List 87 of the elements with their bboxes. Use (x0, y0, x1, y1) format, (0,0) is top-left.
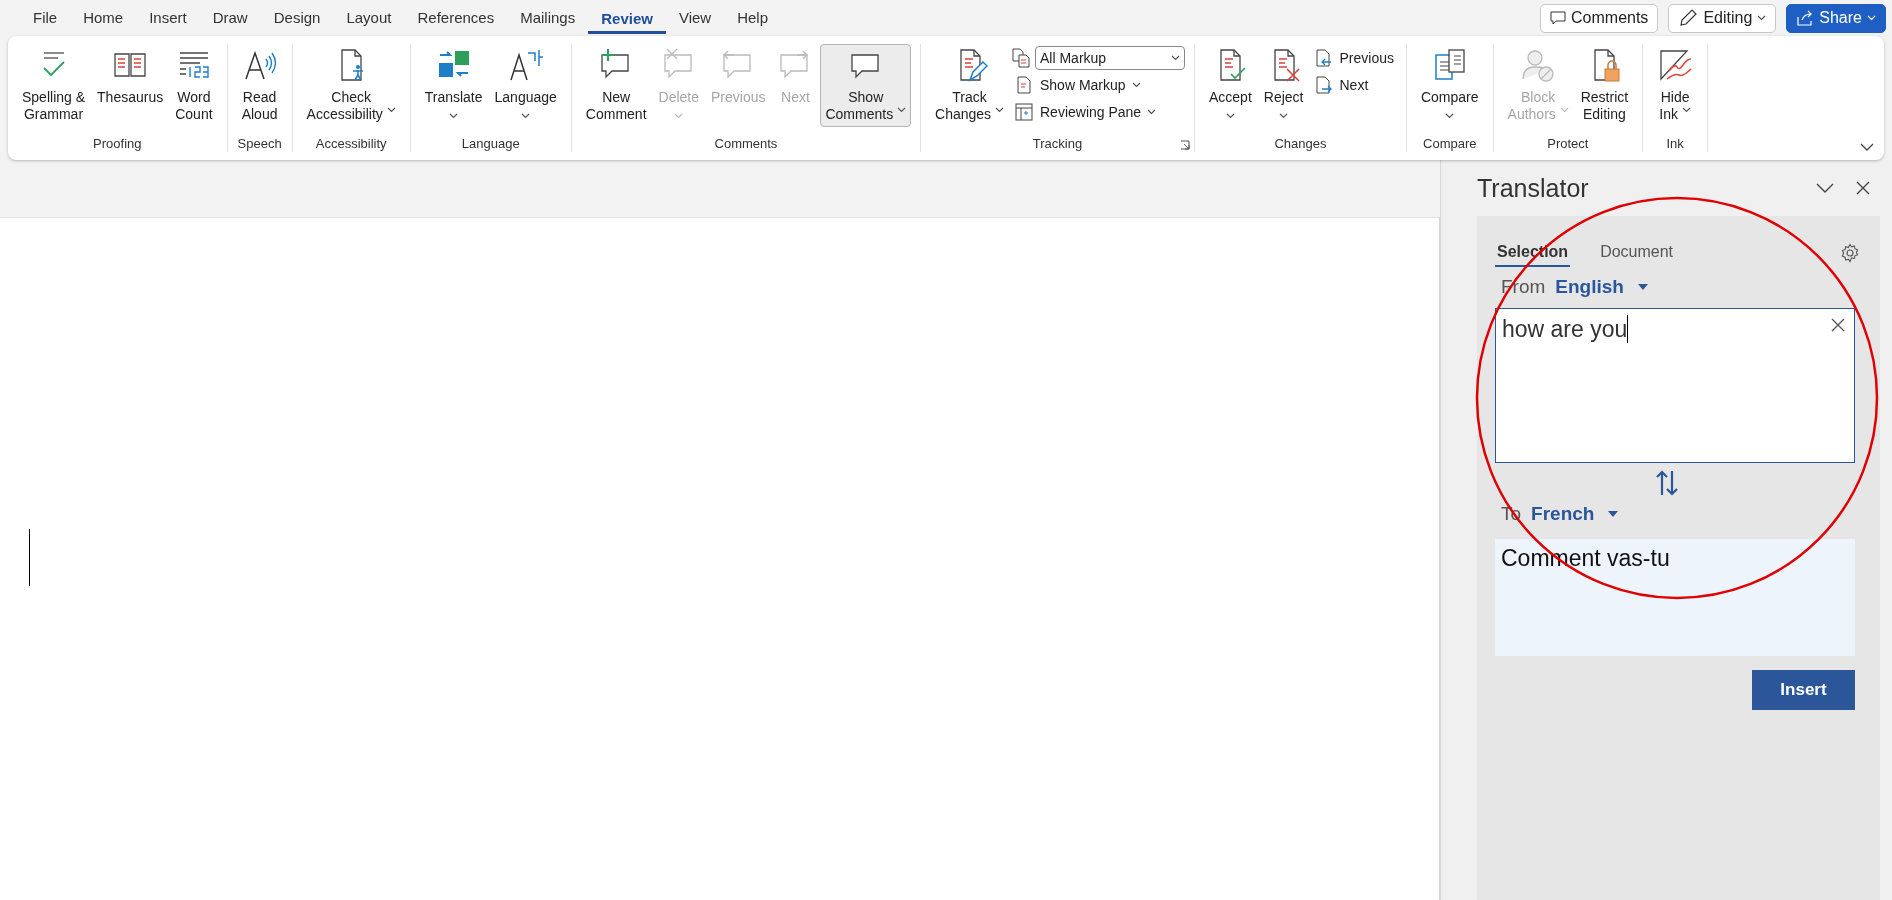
ribbon-button[interactable]: Language (489, 44, 562, 127)
group-label: Changes (1274, 136, 1327, 152)
menu-tab[interactable]: Design (260, 2, 334, 34)
document-arrow-icon (1313, 75, 1334, 95)
group-label: Compare (1423, 136, 1477, 152)
menu-tab[interactable]: Help (724, 2, 782, 34)
ribbon-button[interactable]: Show Comments (820, 44, 912, 127)
group-label: Ink (1666, 136, 1684, 152)
caret-icon (386, 107, 396, 113)
editing-mode-dropdown[interactable]: Editing (1668, 3, 1777, 33)
swap-arrows-icon[interactable] (1655, 469, 1679, 497)
caret-icon (1225, 113, 1235, 119)
caret-icon (1131, 82, 1141, 88)
chevron-down-icon[interactable] (1860, 143, 1874, 152)
group-label: Tracking (1032, 136, 1083, 152)
caret-icon (1559, 107, 1569, 113)
document-arrow-icon (1313, 48, 1334, 68)
chevron-down-icon[interactable] (1816, 182, 1834, 194)
menu-tab[interactable]: Insert (136, 2, 200, 34)
documents-icon (1011, 48, 1031, 68)
group-label: Protect (1547, 136, 1589, 152)
pane-icon (1014, 102, 1034, 122)
caret-icon (897, 107, 907, 113)
document-icon (1014, 75, 1034, 95)
dropdown-triangle-icon (1637, 284, 1648, 290)
caret-icon (1147, 109, 1157, 115)
group-label: Language (461, 136, 520, 152)
menu-tab[interactable]: Draw (199, 2, 261, 34)
ribbon-button[interactable]: Previous (1310, 46, 1397, 70)
group-label: Speech (237, 136, 282, 152)
ribbon-button[interactable]: Show Markup (1011, 73, 1185, 97)
ribbon-button[interactable]: Thesaurus (92, 44, 169, 126)
source-text-field[interactable]: how are you (1495, 308, 1855, 463)
ribbon-button[interactable]: Spelling & Grammar (17, 44, 91, 127)
ribbon-button[interactable]: Next (1310, 73, 1397, 97)
menu-tab[interactable]: Home (70, 2, 137, 34)
ribbon-button[interactable]: Compare (1415, 44, 1484, 127)
caret-icon (1171, 55, 1180, 61)
ribbon-button[interactable]: Read Aloud (236, 44, 283, 127)
ribbon-button[interactable]: Restrict Editing (1575, 44, 1634, 127)
share-icon (1796, 9, 1815, 27)
pane-title: Translator (1477, 173, 1590, 203)
strokes-icon (507, 47, 544, 83)
person-blocked-icon (1520, 47, 1557, 83)
group-label: Accessibility (315, 136, 387, 152)
settings-icon[interactable] (1840, 243, 1860, 263)
pane-tab[interactable]: Document (1598, 239, 1676, 267)
markup-dropdown[interactable]: All Markup (1035, 46, 1185, 70)
caret-icon (521, 113, 531, 119)
comment-icon (1550, 10, 1566, 26)
language-dropdown[interactable]: English (1555, 276, 1648, 298)
pencil-icon (1678, 8, 1699, 28)
dropdown-triangle-icon (1608, 511, 1619, 517)
caret-icon (1757, 15, 1767, 21)
ribbon-button[interactable]: New Comment (580, 44, 652, 127)
clear-icon[interactable] (1831, 318, 1845, 332)
group-label: Comments (714, 136, 778, 152)
group-label: Proofing (93, 136, 142, 152)
ribbon-button[interactable]: Track Changes (930, 44, 1009, 127)
ribbon-button[interactable]: Translate (419, 44, 488, 127)
insert-button[interactable]: Insert (1752, 670, 1855, 710)
caret-icon (1681, 107, 1691, 113)
menu-tab[interactable]: Review (588, 2, 666, 34)
ribbon-button[interactable]: Word Count (170, 44, 218, 127)
ribbon-button[interactable]: Reject (1258, 44, 1309, 127)
caret-icon (995, 107, 1004, 113)
menu-tab[interactable]: View (665, 2, 725, 34)
close-icon[interactable] (1856, 181, 1870, 195)
text-cursor (29, 529, 30, 586)
comments-button[interactable]: Comments (1540, 3, 1659, 33)
caret-icon (1867, 15, 1876, 21)
caret-icon (674, 113, 684, 119)
dialog-launcher-icon[interactable] (1180, 140, 1190, 150)
menu-tab[interactable]: Mailings (507, 2, 589, 34)
ribbon-button[interactable]: Hide Ink (1652, 44, 1699, 127)
caret-icon (1445, 113, 1455, 119)
share-button[interactable]: Share (1786, 3, 1886, 33)
ribbon-button[interactable]: Reviewing Pane (1011, 100, 1185, 124)
ribbon-button[interactable]: Check Accessibility (301, 44, 401, 127)
caret-icon (1279, 113, 1289, 119)
ribbon-button[interactable]: Accept (1204, 44, 1257, 127)
menu-tab[interactable]: File (20, 2, 71, 34)
menu-tab[interactable]: Layout (333, 2, 405, 34)
menu-tab[interactable]: References (404, 2, 508, 34)
caret-icon (449, 113, 459, 119)
pen-squiggle-icon (1657, 47, 1694, 83)
language-dropdown[interactable]: French (1531, 503, 1619, 525)
